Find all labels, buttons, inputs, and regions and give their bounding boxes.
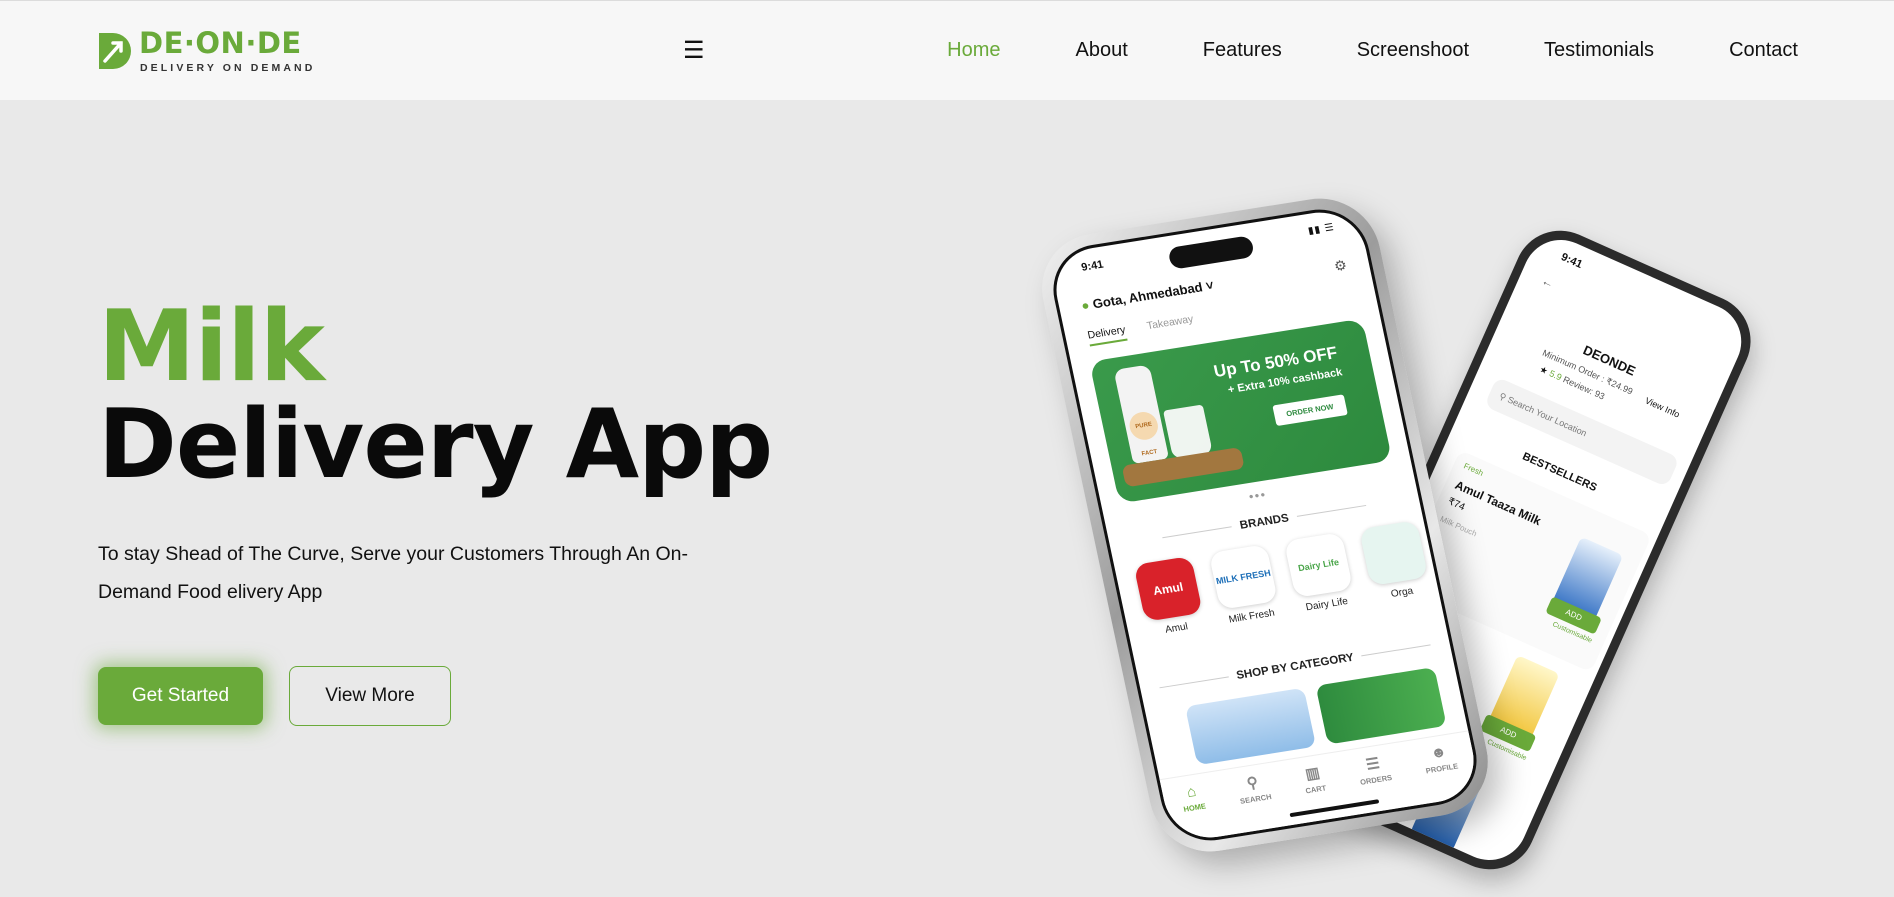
dynamic-island (1167, 235, 1255, 270)
brand-item[interactable]: Dairy Life Dairy Life (1281, 532, 1360, 615)
brand-item[interactable]: MILK FRESH Milk Fresh (1206, 544, 1285, 627)
home-icon: ⌂ (1185, 782, 1198, 801)
nav-profile-label: PROFILE (1424, 761, 1459, 776)
milk-glass-image (1163, 404, 1213, 460)
location-name: Gota, Ahmedabad (1091, 279, 1204, 312)
product-subtitle: Milk Pouch (1438, 514, 1479, 539)
brand-logo[interactable]: DE·ON·DE DELIVERY ON DEMAND (97, 26, 317, 75)
brand-name: Milk Fresh (1227, 607, 1276, 626)
location-selector[interactable]: ● Gota, Ahmedabad ˅ (1080, 278, 1215, 314)
search-placeholder: Search Your Location (1506, 394, 1589, 439)
main-nav: Home About Features Screenshoot Testimon… (872, 39, 1798, 62)
phone-mockups: 9:41 ← DEONDE Minimum Order : ₹24.99 ★ 5… (1030, 190, 1766, 885)
brand-name: Orga (1389, 585, 1415, 600)
product-price: ₹74 (1446, 496, 1467, 514)
location-pin-icon: ● (1079, 297, 1091, 314)
hero-title: Milk Delivery App (98, 290, 773, 500)
logo-subtitle: DELIVERY ON DEMAND (140, 62, 316, 74)
orga-logo (1358, 520, 1429, 587)
settings-icon[interactable]: ⚙ (1333, 257, 1349, 276)
phone-mockup-front: 9:41 ▮▮ ☰ ● Gota, Ahmedabad ˅ ⚙ Delivery… (1031, 190, 1499, 860)
milk-bottle-image: PURE FACT (1113, 364, 1170, 464)
dairy-life-logo: Dairy Life (1283, 532, 1354, 598)
status-icons: ▮▮ ☰ (1307, 221, 1336, 237)
site-header: DE·ON·DE DELIVERY ON DEMAND ☰ Home About… (0, 0, 1894, 100)
logo-title: DE·ON·DE (139, 26, 302, 60)
hero-title-highlight: Milk (98, 290, 325, 404)
delivery-tabs: Delivery Takeaway (1086, 313, 1196, 347)
nav-orders-label: ORDERS (1359, 772, 1393, 787)
tab-takeaway[interactable]: Takeaway (1146, 313, 1196, 337)
nav-profile[interactable]: ☻ PROFILE (1421, 742, 1465, 803)
nav-cart-label: CART (1304, 783, 1328, 796)
nav-item-testimonials[interactable]: Testimonials (1544, 39, 1654, 62)
nav-home[interactable]: ⌂ HOME (1178, 782, 1212, 841)
orders-icon: ☰ (1364, 754, 1382, 774)
carousel-dots: ●●● (1247, 489, 1268, 502)
view-more-button[interactable]: View More (289, 666, 451, 726)
milk-fresh-logo: MILK FRESH (1208, 544, 1279, 610)
nav-item-screenshoot[interactable]: Screenshoot (1357, 39, 1469, 62)
category-card[interactable] (1315, 667, 1447, 745)
fresh-tag: Fresh (1462, 461, 1485, 478)
cart-icon: ▥ (1303, 764, 1322, 784)
brand-item[interactable]: Orga (1356, 520, 1435, 603)
tab-delivery[interactable]: Delivery (1086, 323, 1128, 347)
category-card[interactable] (1184, 687, 1317, 766)
phone-front-screen: 9:41 ▮▮ ☰ ● Gota, Ahmedabad ˅ ⚙ Delivery… (1044, 202, 1486, 848)
bottle-label: PURE FACT (1126, 410, 1161, 457)
status-time: 9:41 (1559, 251, 1585, 271)
search-icon: ⚲ (1245, 774, 1260, 793)
offer-banner[interactable]: PURE FACT Up To 50% OFF + Extra 10% cash… (1089, 318, 1393, 504)
status-time: 9:41 (1080, 258, 1105, 274)
profile-icon: ☻ (1429, 743, 1449, 763)
nav-home-label: HOME (1182, 801, 1207, 814)
brand-name: Amul (1164, 621, 1189, 636)
nav-item-features[interactable]: Features (1203, 39, 1282, 62)
nav-item-home[interactable]: Home (947, 39, 1000, 62)
hamburger-icon[interactable]: ☰ (683, 39, 705, 63)
hero-description: To stay Shead of The Curve, Serve your C… (98, 543, 688, 603)
back-arrow-icon: ← (1539, 273, 1557, 292)
chevron-down-icon: ˅ (1204, 277, 1215, 294)
nav-search[interactable]: ⚲ SEARCH (1235, 772, 1278, 833)
brand-name: Dairy Life (1304, 595, 1349, 614)
order-now-button[interactable]: ORDER NOW (1272, 394, 1348, 427)
view-info-link[interactable]: View Info (1644, 396, 1682, 420)
hero-title-main: Delivery App (98, 390, 773, 500)
rating-value: 5.9 (1547, 368, 1564, 383)
nav-item-contact[interactable]: Contact (1729, 39, 1798, 62)
get-started-button[interactable]: Get Started (98, 667, 263, 725)
nav-search-label: SEARCH (1239, 792, 1273, 806)
amul-logo: Amul (1133, 555, 1203, 622)
logo-mark-icon (99, 33, 131, 69)
nav-item-about[interactable]: About (1076, 39, 1128, 62)
brand-item[interactable]: Amul Amul (1130, 555, 1209, 638)
